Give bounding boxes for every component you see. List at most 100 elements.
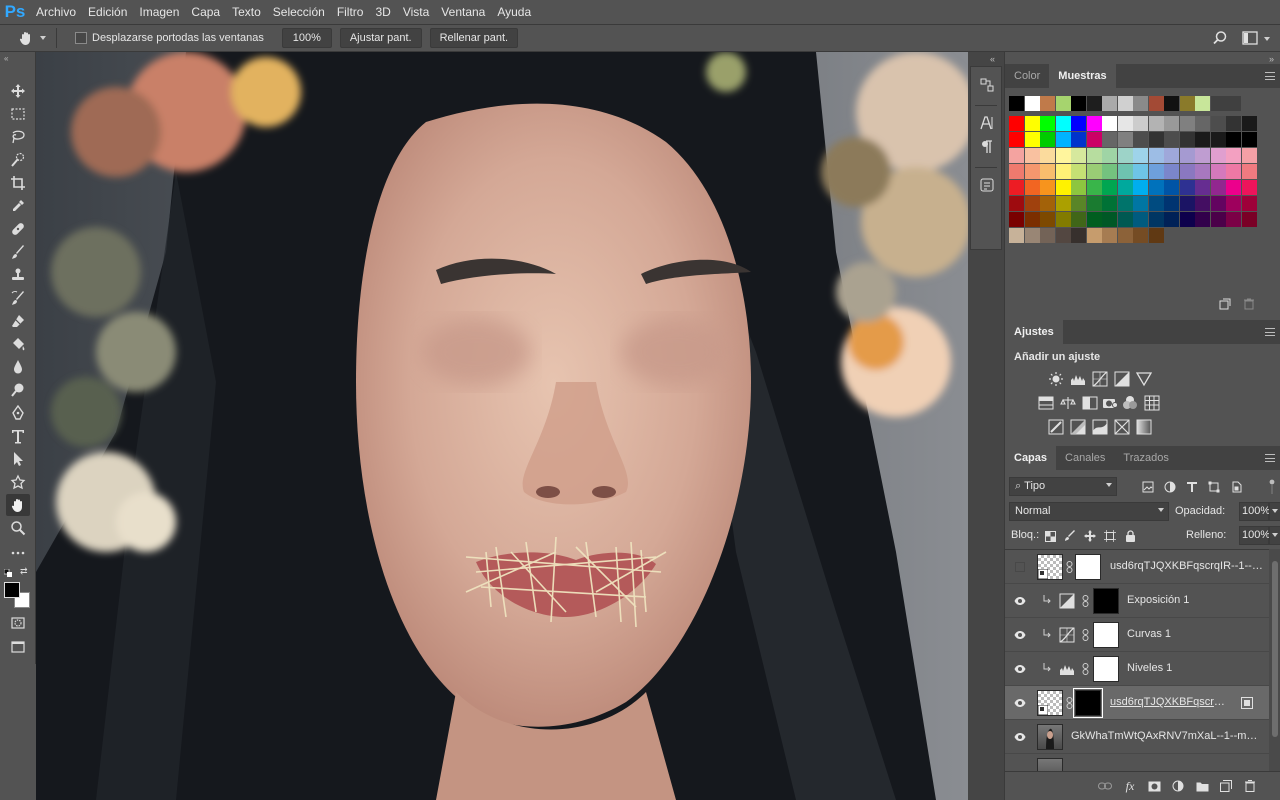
color-swatch[interactable] xyxy=(1148,180,1164,195)
color-swatch[interactable] xyxy=(1241,180,1257,195)
layer-name[interactable]: usd6rqTJQXKBFqscrqIR--1--za... xyxy=(1110,560,1266,572)
layer-name[interactable]: Niveles 1 xyxy=(1127,662,1257,674)
color-swatch[interactable] xyxy=(1055,116,1071,131)
color-swatch[interactable] xyxy=(1195,132,1210,147)
filter-pixel-icon[interactable] xyxy=(1141,480,1155,494)
fit-screen-button[interactable]: Ajustar pant. xyxy=(339,28,422,48)
color-swatch[interactable] xyxy=(1210,180,1226,195)
color-swatch[interactable] xyxy=(1195,180,1210,195)
layer-row[interactable]: Exposición 1 xyxy=(1005,584,1269,618)
link-layers-icon[interactable] xyxy=(1098,779,1112,793)
color-swatch[interactable] xyxy=(1024,116,1040,131)
layer-mask-thumbnail[interactable] xyxy=(1093,622,1119,648)
layer-mask-thumbnail[interactable] xyxy=(1093,588,1119,614)
color-swatch[interactable] xyxy=(1055,212,1071,227)
chain-link-icon[interactable] xyxy=(1066,561,1074,573)
color-swatch[interactable] xyxy=(1164,148,1179,163)
layer-name[interactable]: GkWhaTmWtQAxRNV7mXaL--1--mgd7... xyxy=(1071,730,1263,742)
scrollbar-thumb[interactable] xyxy=(1272,561,1278,737)
color-swatch[interactable] xyxy=(1055,96,1071,111)
blur-tool-icon[interactable] xyxy=(6,356,30,378)
levels-icon[interactable] xyxy=(1059,661,1075,677)
scroll-all-checkbox[interactable] xyxy=(75,32,87,44)
color-swatch[interactable] xyxy=(1210,132,1226,147)
color-swatch[interactable] xyxy=(1148,96,1164,111)
color-swatch[interactable] xyxy=(1009,164,1024,179)
hand-tool-icon[interactable] xyxy=(6,494,30,516)
layer-row[interactable]: GkWhaTmWtQAxRNV7mXaL--1--mgd7... xyxy=(1005,720,1269,754)
layer-thumbnail[interactable] xyxy=(1037,724,1063,750)
color-swatch[interactable] xyxy=(1117,196,1133,211)
layer-mask-thumbnail[interactable] xyxy=(1093,656,1119,682)
color-swatch[interactable] xyxy=(1024,132,1040,147)
color-swatch[interactable] xyxy=(1133,212,1148,227)
color-swatch[interactable] xyxy=(1148,116,1164,131)
color-swatch[interactable] xyxy=(1024,212,1040,227)
path-selection-tool-icon[interactable] xyxy=(6,448,30,470)
color-swatch[interactable] xyxy=(1195,164,1210,179)
panel-menu-icon[interactable] xyxy=(1265,72,1275,80)
custom-shape-tool-icon[interactable] xyxy=(6,471,30,493)
eye-icon[interactable] xyxy=(1014,595,1026,607)
posterize-icon[interactable] xyxy=(1070,419,1086,435)
levels-icon[interactable] xyxy=(1070,371,1086,387)
chevron-down-icon[interactable] xyxy=(40,36,46,40)
blend-mode-select[interactable]: Normal xyxy=(1009,502,1169,521)
color-swatch[interactable] xyxy=(1133,148,1148,163)
color-swatch[interactable] xyxy=(1164,212,1179,227)
lock-position-icon[interactable] xyxy=(1083,529,1097,543)
properties-panel-icon[interactable] xyxy=(977,175,997,195)
color-swatch[interactable] xyxy=(1179,196,1195,211)
default-colors-icon[interactable] xyxy=(3,568,12,577)
color-swatch[interactable] xyxy=(1086,180,1102,195)
layer-row[interactable]: Niveles 1 xyxy=(1005,652,1269,686)
layer-mask-thumbnail[interactable] xyxy=(1075,554,1101,580)
menu-item[interactable]: 3D xyxy=(369,0,396,24)
menu-item[interactable]: Imagen xyxy=(133,0,185,24)
color-swatch[interactable] xyxy=(1071,164,1086,179)
color-swatch[interactable] xyxy=(1009,180,1024,195)
pen-tool-icon[interactable] xyxy=(6,402,30,424)
lasso-tool-icon[interactable] xyxy=(6,126,30,148)
gradient-map-icon[interactable] xyxy=(1136,419,1152,435)
workspace-icon[interactable] xyxy=(1242,31,1258,48)
tab-swatches[interactable]: Muestras xyxy=(1049,64,1116,88)
color-swatch[interactable] xyxy=(1040,164,1055,179)
foreground-color-swatch[interactable] xyxy=(4,582,20,598)
menu-item[interactable]: Edición xyxy=(82,0,133,24)
new-swatch-icon[interactable] xyxy=(1219,298,1231,313)
color-swatch[interactable] xyxy=(1148,212,1164,227)
menu-item[interactable]: Texto xyxy=(226,0,267,24)
filter-type-icon[interactable] xyxy=(1185,480,1199,494)
move-tool-icon[interactable] xyxy=(6,80,30,102)
lock-pixels-icon[interactable] xyxy=(1063,529,1077,543)
color-swatch[interactable] xyxy=(1071,96,1086,111)
new-group-icon[interactable] xyxy=(1195,779,1209,793)
opacity-input[interactable]: 100% xyxy=(1239,502,1270,521)
color-swatch[interactable] xyxy=(1226,116,1241,131)
layer-thumbnail[interactable] xyxy=(1037,554,1063,580)
marquee-tool-icon[interactable] xyxy=(6,103,30,125)
layer-name[interactable]: Exposición 1 xyxy=(1127,594,1257,606)
menu-item[interactable]: Ventana xyxy=(435,0,491,24)
color-swatch[interactable] xyxy=(1102,228,1117,243)
type-tool-icon[interactable] xyxy=(6,425,30,447)
color-swatch[interactable] xyxy=(1241,164,1257,179)
color-swatch[interactable] xyxy=(1071,196,1086,211)
layer-style-fx-icon[interactable]: fx xyxy=(1123,779,1137,793)
selective-color-icon[interactable] xyxy=(1114,419,1130,435)
color-swatch[interactable] xyxy=(1071,228,1086,243)
color-swatch[interactable] xyxy=(1040,180,1055,195)
menu-item[interactable]: Selección xyxy=(267,0,331,24)
filter-toggle[interactable] xyxy=(1269,477,1275,495)
color-swatch[interactable] xyxy=(1226,180,1241,195)
color-swatch[interactable] xyxy=(1210,164,1226,179)
color-swatch[interactable] xyxy=(1117,132,1133,147)
color-swatch[interactable] xyxy=(1148,132,1164,147)
dodge-tool-icon[interactable] xyxy=(6,379,30,401)
color-swatch[interactable] xyxy=(1055,148,1071,163)
color-swatch[interactable] xyxy=(1117,164,1133,179)
color-swatch[interactable] xyxy=(1071,132,1086,147)
color-swatch[interactable] xyxy=(1117,116,1133,131)
zoom-100-button[interactable]: 100% xyxy=(281,28,332,48)
